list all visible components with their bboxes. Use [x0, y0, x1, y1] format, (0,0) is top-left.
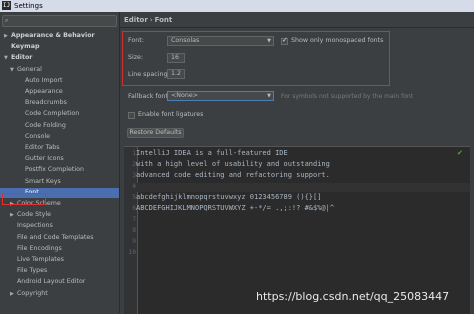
- sidebar-item-keymap[interactable]: Keymap: [0, 42, 119, 52]
- line-number: 6: [132, 205, 136, 212]
- sidebar-item-breadcrumbs[interactable]: Breadcrumbs: [0, 98, 119, 108]
- breadcrumb-current: Font: [154, 16, 173, 24]
- sidebar-item-label: Code Folding: [25, 121, 66, 129]
- sidebar-item-code-style[interactable]: ▶ Code Style: [0, 210, 119, 220]
- sidebar-item-code-completion[interactable]: Code Completion: [0, 109, 119, 119]
- sidebar-item-auto-import[interactable]: Auto Import: [0, 76, 119, 86]
- sidebar-item-label: Console: [25, 132, 50, 140]
- fallback-font-combo[interactable]: <None> ▼: [167, 91, 274, 101]
- sidebar-item-label: Code Style: [17, 211, 51, 219]
- sidebar-item-label: File Types: [17, 267, 48, 275]
- expanded-arrow-icon[interactable]: ▼: [4, 53, 8, 63]
- font-combo[interactable]: Consolas ▼: [167, 36, 274, 46]
- font-item-highlight-box: [2, 193, 46, 205]
- magnifier-icon: ⌕: [5, 17, 9, 24]
- sidebar-item-label: Android Layout Editor: [17, 278, 86, 286]
- chevron-down-icon: ▼: [267, 38, 271, 44]
- collapsed-arrow-icon[interactable]: ▶: [4, 31, 8, 41]
- sidebar-item-label: Inspections: [17, 222, 53, 230]
- line-number: 1: [132, 150, 136, 157]
- size-input[interactable]: 16: [167, 53, 185, 63]
- line-spacing-input[interactable]: 1.2: [167, 69, 185, 79]
- window-title: Settings: [14, 2, 43, 10]
- expanded-arrow-icon[interactable]: ▼: [10, 65, 14, 75]
- settings-sidebar: ⌕ ▶ Appearance & Behavior Keymap ▼ Editor ▼ Ge…: [0, 12, 120, 313]
- ligatures-checkbox[interactable]: [128, 112, 135, 119]
- line-number: 9: [132, 238, 136, 245]
- sidebar-item-copyright[interactable]: ▶ Copyright: [0, 289, 119, 299]
- sidebar-item-file-encodings[interactable]: File Encodings: [0, 244, 119, 254]
- line-number: 8: [132, 227, 136, 234]
- sidebar-item-editor[interactable]: ▼ Editor: [0, 53, 119, 63]
- sidebar-item-postfix-completion[interactable]: Postfix Completion: [0, 165, 119, 175]
- sidebar-item-inspections[interactable]: Inspections: [0, 221, 119, 231]
- title-bar: IJ Settings: [0, 0, 474, 12]
- sidebar-item-label: Breadcrumbs: [25, 99, 67, 107]
- sidebar-item-label: General: [17, 65, 42, 73]
- chevron-down-icon: ▼: [267, 93, 271, 99]
- sidebar-item-label: Code Completion: [25, 110, 80, 118]
- sidebar-item-code-folding[interactable]: Code Folding: [0, 121, 119, 131]
- header-divider: [119, 27, 474, 28]
- sidebar-item-label: Smart Keys: [25, 177, 61, 185]
- line-number: 2: [132, 161, 136, 168]
- restore-defaults-button[interactable]: Restore Defaults: [127, 128, 184, 138]
- collapsed-arrow-icon[interactable]: ▶: [10, 210, 14, 220]
- sidebar-item-label: Gutter Icons: [25, 155, 64, 163]
- code-line: ABCDEFGHIJKLMNOPQRSTUVWXYZ +-*/= .,;:!? …: [136, 204, 335, 212]
- sidebar-item-label: File Encodings: [17, 244, 62, 252]
- sidebar-item-label: Editor Tabs: [25, 144, 60, 151]
- font-combo-value: Consolas: [171, 37, 200, 44]
- breadcrumb: Editor › Font: [124, 16, 172, 24]
- sidebar-item-label: File and Code Templates: [17, 233, 94, 241]
- check-icon: ✔: [457, 149, 463, 157]
- sidebar-item-label: Editor: [11, 54, 33, 62]
- line-number: 5: [132, 194, 136, 201]
- line-spacing-label: Line spacing:: [128, 71, 170, 78]
- sidebar-item-console[interactable]: Console: [0, 132, 119, 142]
- sidebar-item-appearance-behavior[interactable]: ▶ Appearance & Behavior: [0, 31, 119, 41]
- sidebar-item-file-and-code-templates[interactable]: File and Code Templates: [0, 233, 119, 243]
- code-line: abcdefghijklmnopqrstuvwxyz 0123456789 ()…: [136, 193, 322, 201]
- watermark-text: https://blog.csdn.net/qq_25083447: [256, 290, 450, 303]
- sidebar-item-editor-tabs[interactable]: Editor Tabs: [0, 143, 119, 153]
- sidebar-item-label: Live Templates: [17, 256, 64, 263]
- sidebar-item-label: Copyright: [17, 289, 48, 297]
- breadcrumb-separator: ›: [149, 16, 153, 24]
- sidebar-item-file-types[interactable]: File Types: [0, 266, 119, 276]
- monospaced-label: Show only monospaced fonts: [291, 37, 384, 44]
- code-line: advanced code editing and refactoring su…: [136, 171, 330, 179]
- font-label: Font:: [128, 37, 144, 44]
- sidebar-item-label: Auto Import: [25, 76, 63, 84]
- intellij-app-icon: IJ: [2, 1, 11, 10]
- line-number: 10: [128, 249, 136, 256]
- size-label: Size:: [128, 54, 144, 61]
- line-number: 7: [132, 216, 136, 223]
- sidebar-item-general[interactable]: ▼ General: [0, 65, 119, 75]
- font-preview-editor[interactable]: ✔ 1 IntelliJ IDEA is a full-featured IDE 2…: [124, 146, 470, 314]
- sidebar-item-label: Appearance: [25, 88, 63, 95]
- monospaced-checkbox[interactable]: [281, 36, 288, 45]
- collapsed-arrow-icon[interactable]: ▶: [10, 289, 14, 299]
- line-number: 4: [132, 183, 136, 190]
- breadcrumb-parent[interactable]: Editor: [124, 16, 148, 24]
- sidebar-item-android-layout-editor[interactable]: Android Layout Editor: [0, 277, 119, 287]
- sidebar-item-smart-keys[interactable]: Smart Keys: [0, 177, 119, 187]
- fallback-font-label: Fallback font:: [128, 93, 171, 100]
- sidebar-item-live-templates[interactable]: Live Templates: [0, 255, 119, 265]
- settings-search-input[interactable]: ⌕: [2, 15, 117, 27]
- sidebar-item-gutter-icons[interactable]: Gutter Icons: [0, 154, 119, 164]
- code-line: with a high level of usability and outst…: [136, 160, 330, 168]
- current-line-highlight: [137, 183, 470, 192]
- line-number: 3: [132, 172, 136, 179]
- ligatures-label: Enable font ligatures: [138, 111, 204, 118]
- sidebar-item-label: Keymap: [11, 43, 40, 51]
- fallback-font-value: <None>: [171, 92, 198, 99]
- fallback-font-hint: For symbols not supported by the main fo…: [281, 93, 414, 100]
- sidebar-item-appearance[interactable]: Appearance: [0, 87, 119, 97]
- sidebar-item-label: Appearance & Behavior: [11, 32, 95, 39]
- code-line: IntelliJ IDEA is a full-featured IDE: [136, 149, 288, 157]
- sidebar-item-label: Postfix Completion: [25, 166, 84, 174]
